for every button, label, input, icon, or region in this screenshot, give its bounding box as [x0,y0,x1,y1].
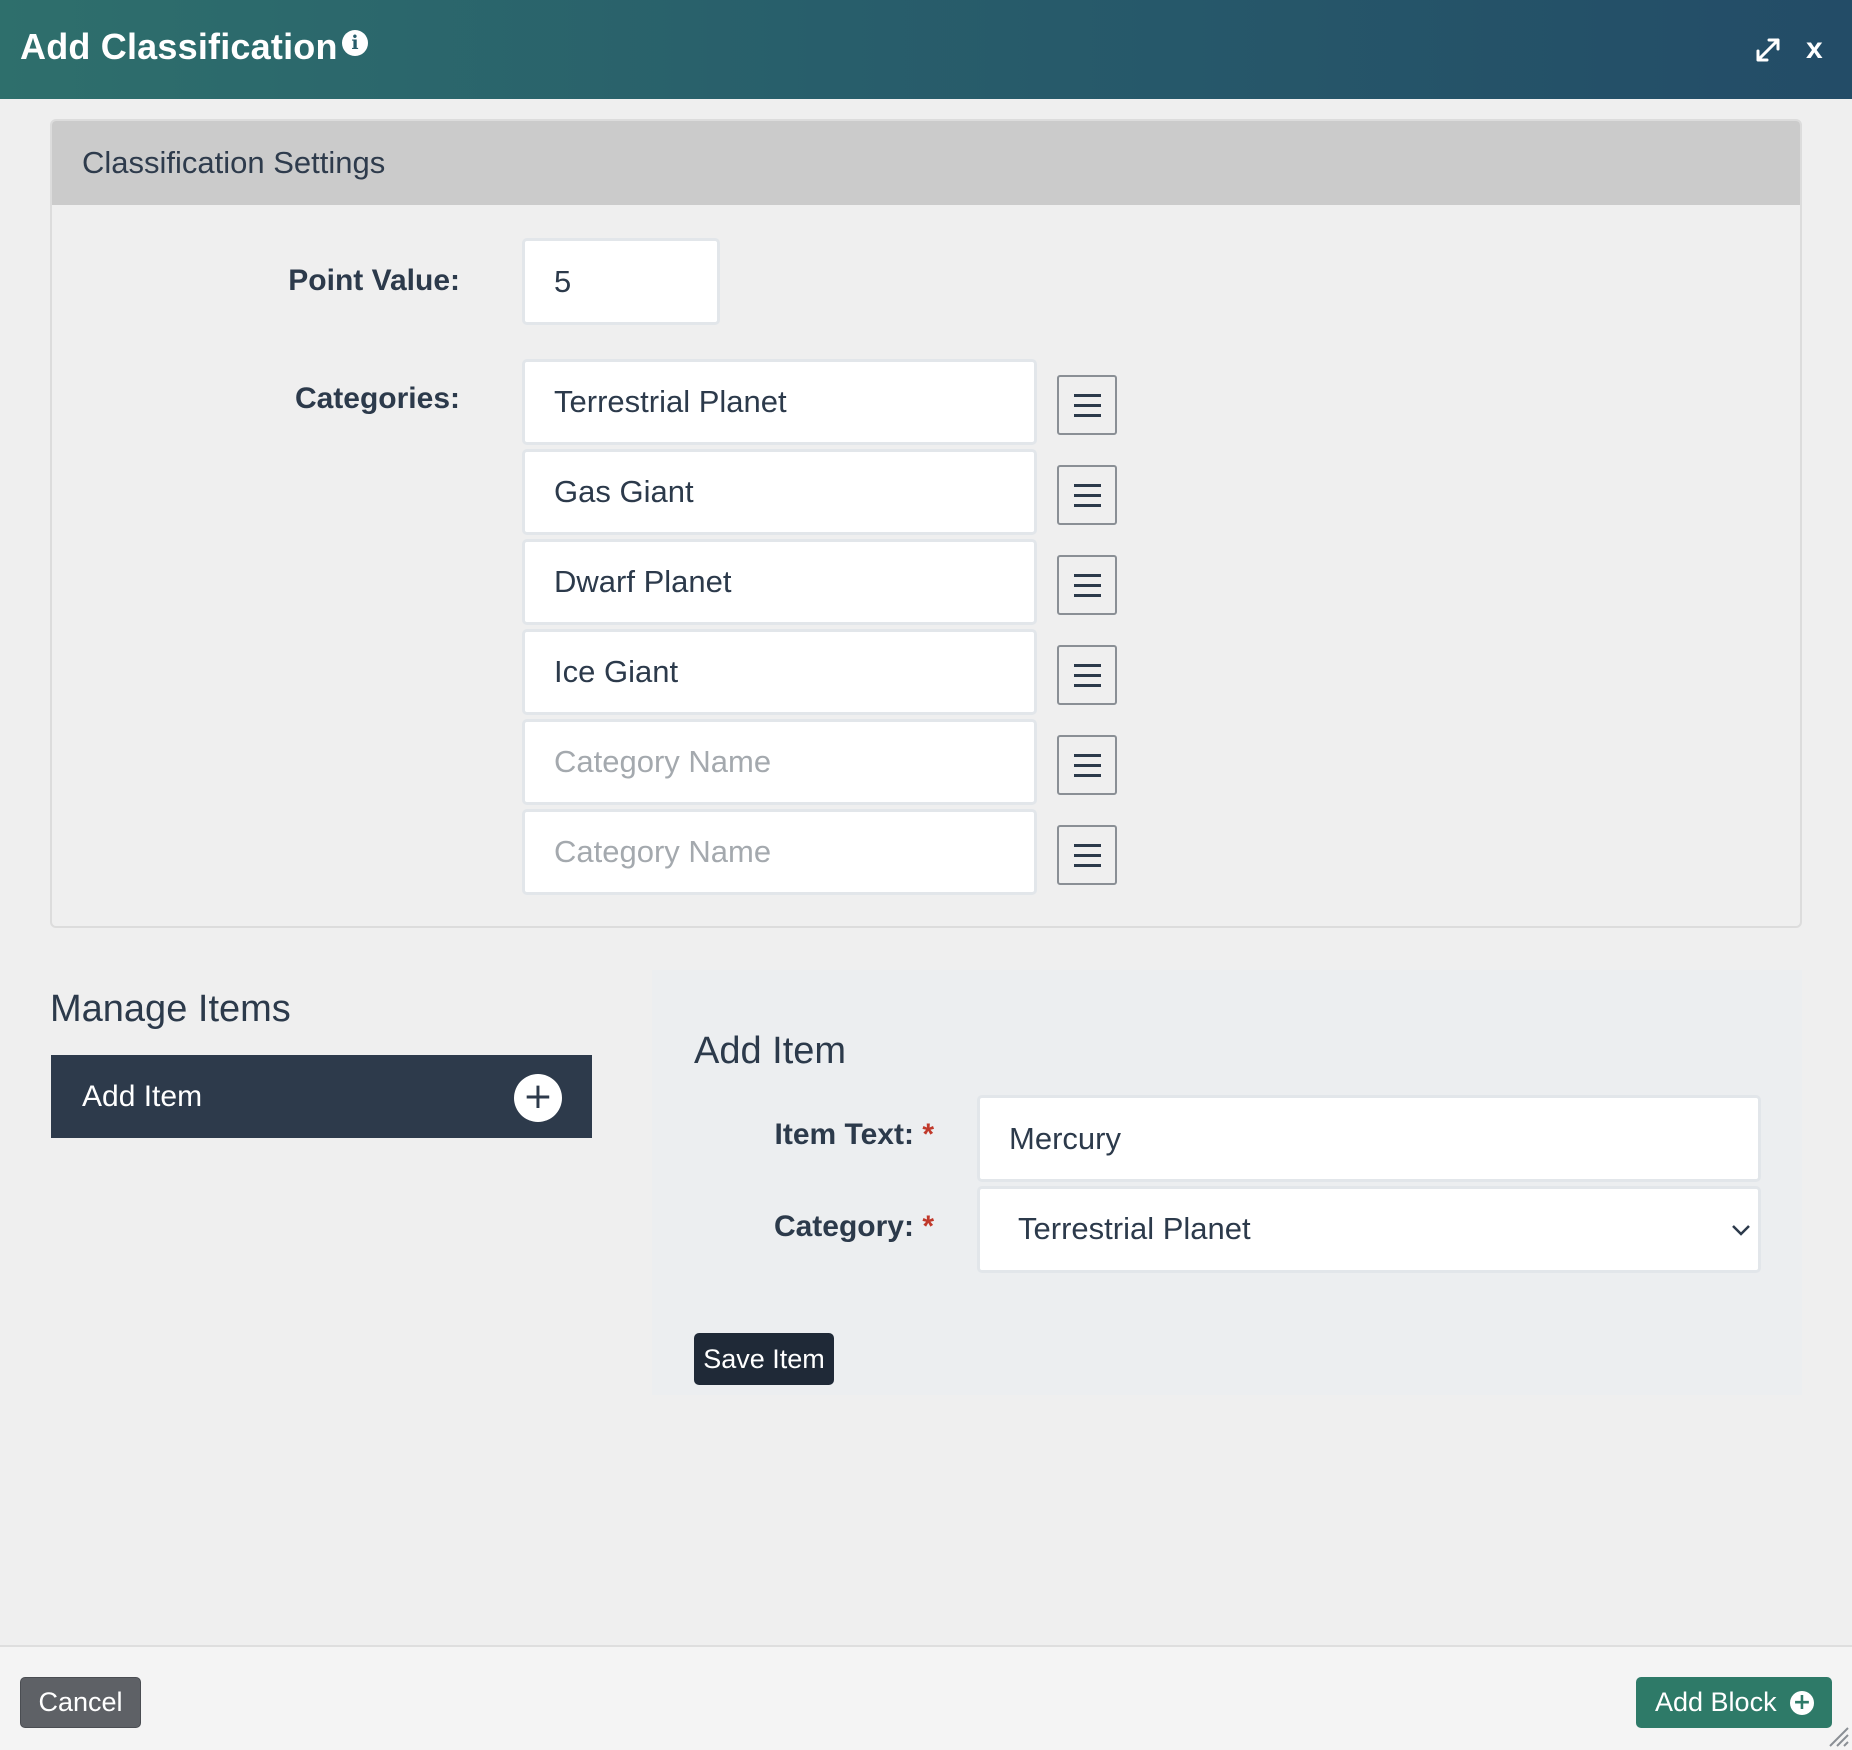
resize-grip-icon[interactable] [1826,1724,1850,1748]
categories-label: Categories: [294,382,460,415]
required-marker: * [922,1210,934,1243]
expand-icon[interactable] [1754,36,1782,64]
add-block-button[interactable]: Add Block + [1636,1677,1832,1728]
hamburger-icon[interactable] [1057,825,1117,885]
category-input[interactable] [522,629,1037,715]
modal-footer: Cancel Add Block + [0,1645,1852,1750]
item-text-input[interactable] [977,1095,1761,1182]
category-label: Category: * [773,1210,934,1243]
item-text-label: Item Text: * [774,1118,935,1151]
hamburger-icon[interactable] [1057,375,1117,435]
plus-circle-icon: + [1790,1691,1814,1715]
add-item-title: Add Item [694,1030,847,1072]
settings-heading: Classification Settings [52,121,1800,205]
point-value-input[interactable] [522,238,720,325]
info-icon[interactable]: i [342,30,368,56]
add-block-label: Add Block [1655,1687,1777,1717]
category-input[interactable] [522,809,1037,895]
category-input[interactable] [522,449,1037,535]
hamburger-icon[interactable] [1057,555,1117,615]
category-input[interactable] [522,359,1037,445]
category-select[interactable]: Terrestrial Planet [977,1186,1761,1273]
point-value-label: Point Value: [288,264,460,297]
hamburger-icon[interactable] [1057,735,1117,795]
classification-settings-panel: Classification Settings Point Value: Cat… [50,119,1802,928]
manage-items-title: Manage Items [50,988,291,1030]
chevron-down-icon [1732,1225,1750,1236]
required-marker: * [922,1118,934,1151]
add-item-nav-button[interactable]: Add Item + [51,1055,592,1138]
close-icon[interactable]: x [1806,32,1823,66]
add-item-nav-label: Add Item [82,1080,203,1113]
modal-title: Add Classification [20,26,338,67]
hamburger-icon[interactable] [1057,645,1117,705]
save-item-button[interactable]: Save Item [694,1333,834,1385]
add-item-panel: Add Item Item Text: * Category: * Terres… [652,970,1802,1395]
modal-header: Add Classification i x [0,0,1852,99]
category-input[interactable] [522,539,1037,625]
category-input[interactable] [522,719,1037,805]
category-select-value: Terrestrial Planet [1018,1211,1251,1246]
hamburger-icon[interactable] [1057,465,1117,525]
cancel-button[interactable]: Cancel [20,1677,141,1728]
plus-icon: + [514,1074,562,1122]
